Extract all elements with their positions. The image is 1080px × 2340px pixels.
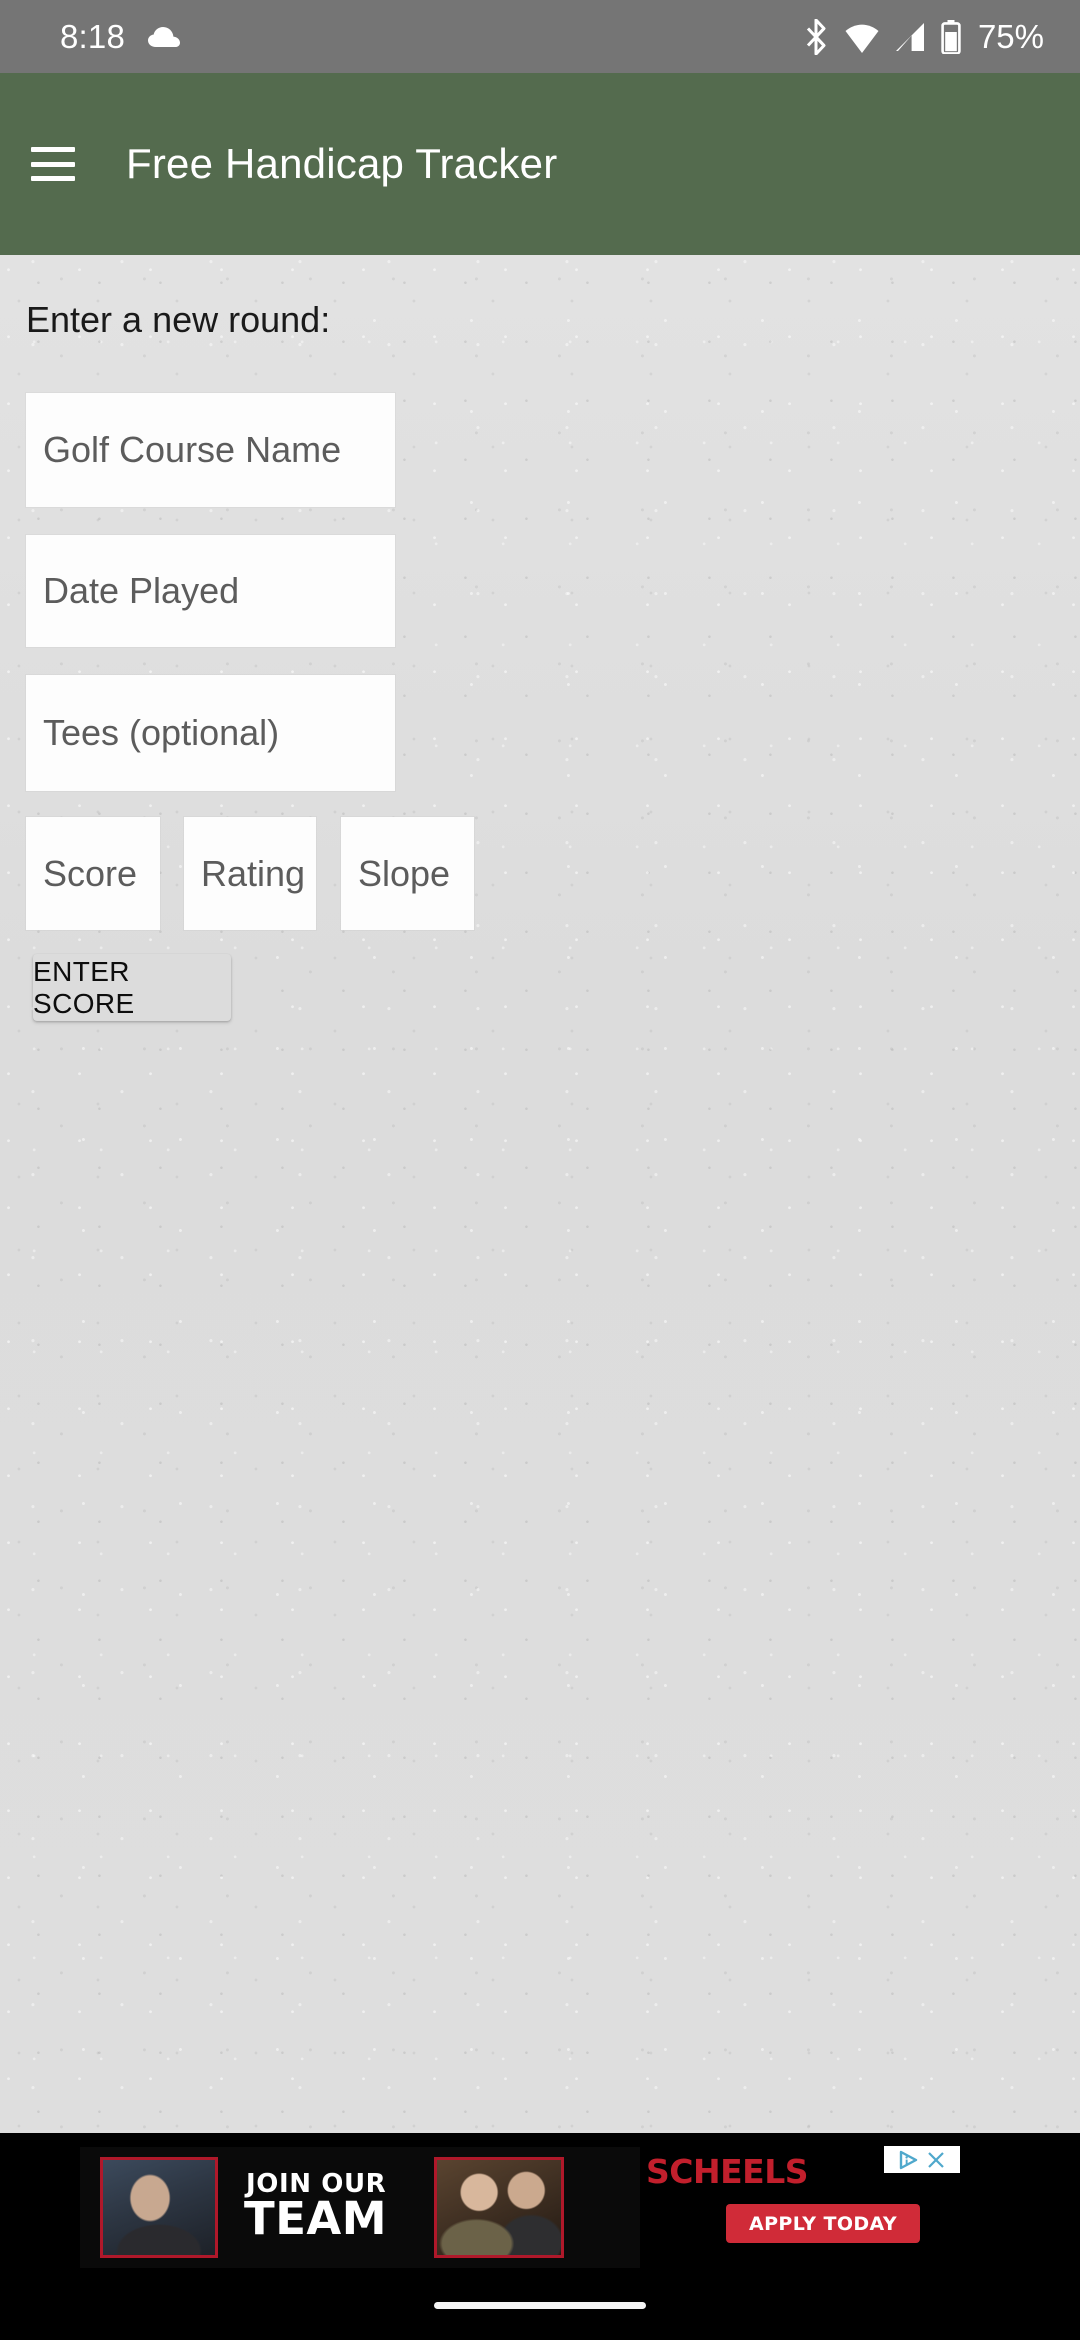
adchoices-triangle-icon[interactable]: [898, 2150, 920, 2170]
hamburger-menu-icon[interactable]: [31, 147, 75, 181]
hamburger-bar-1: [31, 147, 75, 152]
battery-percent-label: 75%: [977, 17, 1044, 55]
app-bar: Free Handicap Tracker: [0, 73, 1080, 255]
slope-input[interactable]: Slope: [341, 817, 474, 930]
system-navigation-bar: [0, 2270, 1080, 2340]
status-bar-right: 75%: [804, 18, 1044, 56]
tees-input[interactable]: Tees (optional): [26, 675, 395, 791]
ad-brand-logo: SCHEELS: [646, 2152, 808, 2191]
adchoices-badge[interactable]: [884, 2146, 960, 2173]
battery-icon: [941, 19, 961, 54]
section-label: Enter a new round:: [26, 299, 331, 340]
slope-placeholder: Slope: [358, 852, 451, 894]
ad-headline-line2: TEAM: [244, 2192, 388, 2245]
tees-placeholder: Tees (optional): [43, 712, 280, 753]
status-bar-clock: 8:18: [60, 17, 126, 55]
status-bar: 8:18 75%: [0, 0, 1080, 73]
main-content: Enter a new round: Golf Course Name Date…: [0, 255, 1080, 2133]
rating-input[interactable]: Rating: [184, 817, 316, 930]
cloud-icon: [148, 26, 181, 47]
rating-placeholder: Rating: [201, 852, 306, 894]
gesture-pill[interactable]: [434, 2301, 646, 2309]
ad-apply-today-button[interactable]: APPLY TODAY: [726, 2204, 920, 2243]
enter-score-button[interactable]: ENTER SCORE: [33, 954, 231, 1021]
bluetooth-icon: [806, 18, 826, 55]
golf-course-name-input[interactable]: Golf Course Name: [26, 393, 395, 507]
date-played-input[interactable]: Date Played: [26, 535, 395, 647]
close-icon[interactable]: [926, 2150, 946, 2170]
golf-course-name-placeholder: Golf Course Name: [43, 429, 342, 470]
cell-signal-icon: [895, 22, 924, 51]
score-placeholder: Score: [43, 852, 138, 894]
status-bar-left: 8:18: [60, 18, 181, 56]
date-played-placeholder: Date Played: [43, 570, 240, 611]
hamburger-bar-2: [31, 161, 75, 167]
ad-photo-middle: [434, 2157, 564, 2258]
score-input[interactable]: Score: [26, 817, 160, 930]
hamburger-bar-3: [31, 176, 75, 181]
ad-photo-left: [100, 2157, 218, 2258]
ad-banner[interactable]: JOIN OUR TEAM: [80, 2147, 640, 2268]
app-title: Free Handicap Tracker: [126, 140, 558, 187]
wifi-icon: [845, 24, 879, 53]
